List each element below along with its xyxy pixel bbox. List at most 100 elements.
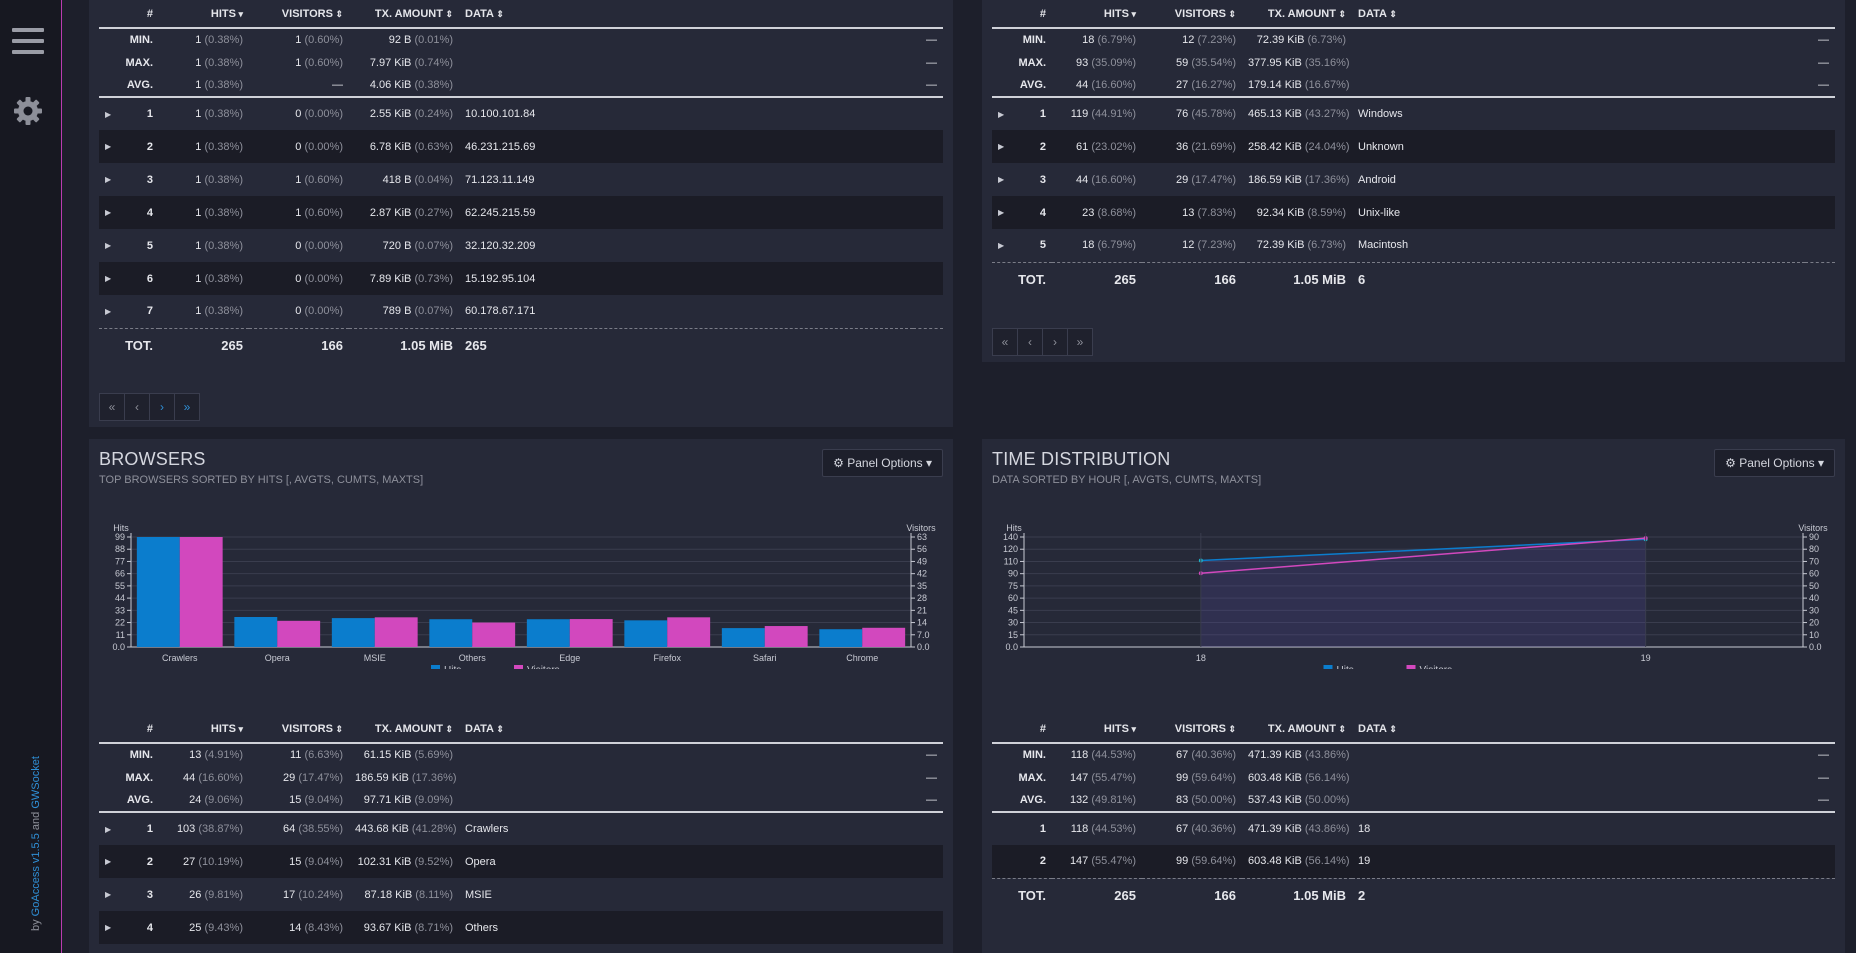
expand-caret-icon[interactable]: ▶ (105, 923, 111, 932)
bar-hits-opera[interactable] (234, 617, 278, 647)
pager-prev[interactable]: ‹ (124, 393, 150, 421)
expand-caret-icon[interactable]: ▶ (105, 307, 111, 316)
column-header[interactable]: HITS ▾ (159, 715, 249, 744)
sort-icon: ⇕ (1335, 723, 1346, 734)
version-link[interactable]: v1.5.5 (30, 833, 42, 866)
column-header[interactable]: VISITORS ⇕ (249, 715, 349, 744)
column-header[interactable]: TX. AMOUNT ⇕ (349, 715, 459, 744)
goaccess-link[interactable]: GoAccess (30, 866, 42, 916)
table-row[interactable]: ▶ 3 1 (0.38%) 1 (0.60%) 418 B (0.04%) 71.123.… (99, 163, 943, 196)
percent: (24.04%) (1304, 140, 1350, 153)
pager-first[interactable]: « (992, 328, 1018, 356)
column-header[interactable]: VISITORS ⇕ (249, 0, 349, 29)
expand-caret-icon[interactable]: ▶ (998, 241, 1004, 250)
row-spacer (913, 229, 943, 262)
expand-caret-icon[interactable]: ▶ (105, 274, 111, 283)
pager-prev[interactable]: ‹ (1017, 328, 1043, 356)
bar-hits-crawlers[interactable] (136, 537, 180, 647)
gear-icon[interactable] (12, 95, 44, 127)
bar-visitors-edge[interactable] (569, 619, 613, 647)
bar-hits-msie[interactable] (331, 618, 375, 647)
column-header[interactable]: TX. AMOUNT ⇕ (1242, 0, 1352, 29)
expand-caret-icon[interactable]: ▶ (105, 208, 111, 217)
column-header[interactable]: VISITORS ⇕ (1142, 0, 1242, 29)
column-header-label: TX. AMOUNT (374, 722, 443, 735)
column-header[interactable]: DATA ⇕ (459, 715, 913, 744)
pager-next[interactable]: › (149, 393, 175, 421)
bar-hits-others[interactable] (429, 619, 473, 647)
total-row: TOT. 265 166 1.05 MiB 265 (99, 327, 943, 362)
bar-hits-chrome[interactable] (819, 629, 863, 647)
pager-last[interactable]: » (174, 393, 200, 421)
column-header[interactable]: HITS ▾ (1052, 715, 1142, 744)
bar-visitors-safari[interactable] (764, 626, 808, 647)
value: 1 (195, 239, 202, 252)
menu-icon[interactable] (12, 28, 44, 54)
table-row[interactable]: 2 147 (55.47%) 99 (59.64%) 603.48 KiB (56.1… (992, 845, 1835, 878)
value: 11 (289, 749, 302, 761)
bar-hits-safari[interactable] (721, 628, 765, 647)
table-row[interactable]: ▶ 2 27 (10.19%) 15 (9.04%) 102.31 KiB (9.52%… (99, 845, 943, 878)
expand-caret-icon[interactable]: ▶ (105, 825, 111, 834)
bar-visitors-crawlers[interactable] (179, 537, 223, 647)
expand-caret-icon[interactable]: ▶ (105, 241, 111, 250)
row-data: 60.178.67.171 (465, 305, 536, 318)
expand-caret-icon[interactable]: ▶ (998, 110, 1004, 119)
percent: (0.00%) (304, 140, 343, 153)
percent: (45.78%) (1191, 108, 1236, 120)
value: 83 (1176, 794, 1189, 806)
panel-options-button[interactable]: ⚙ Panel Options ▾ (822, 449, 943, 477)
column-header[interactable]: TX. AMOUNT ⇕ (1242, 715, 1352, 744)
bar-hits-edge[interactable] (526, 619, 570, 647)
table-row[interactable]: ▶ 5 1 (0.38%) 0 (0.00%) 720 B (0.07%) 32.120.… (99, 229, 943, 262)
table-row[interactable]: ▶ 4 25 (9.43%) 14 (8.43%) 93.67 KiB (8.71%) O… (99, 911, 943, 944)
table-row[interactable]: ▶ 1 103 (38.87%) 64 (38.55%) 443.68 KiB (41.… (99, 812, 943, 845)
bar-hits-firefox[interactable] (624, 620, 668, 647)
expand-caret-icon[interactable]: ▶ (105, 110, 111, 119)
panel-subtitle: TOP BROWSERS SORTED BY HITS [, AVGTS, CU… (99, 474, 424, 486)
expand-caret-icon[interactable]: ▶ (105, 890, 111, 899)
pager-first[interactable]: « (99, 393, 125, 421)
column-header[interactable]: TX. AMOUNT ⇕ (349, 0, 459, 29)
bar-visitors-opera[interactable] (277, 620, 321, 647)
expand-caret-icon[interactable]: ▶ (998, 142, 1004, 151)
expand-caret-icon[interactable]: ▶ (105, 175, 111, 184)
table-row[interactable]: ▶ 7 1 (0.38%) 0 (0.00%) 789 B (0.07%) 60.178.… (99, 295, 943, 328)
column-header[interactable]: HITS ▾ (159, 0, 249, 29)
pager-next[interactable]: › (1042, 328, 1068, 356)
table-row[interactable]: ▶ 2 61 (23.02%) 36 (21.69%) 258.42 KiB (24.0… (992, 130, 1835, 163)
table-row[interactable]: ▶ 6 1 (0.38%) 0 (0.00%) 7.89 KiB (0.73%) 15.1… (99, 262, 943, 295)
percent: (0.38%) (204, 173, 243, 186)
column-header[interactable]: DATA ⇕ (1352, 715, 1805, 744)
value: 147 (1069, 771, 1089, 784)
panel-options-button[interactable]: ⚙ Panel Options ▾ (1714, 449, 1835, 477)
table-row[interactable]: ▶ 4 1 (0.38%) 1 (0.60%) 2.87 KiB (0.27%) 62.2… (99, 196, 943, 229)
table-row[interactable]: ▶ 3 44 (16.60%) 29 (17.47%) 186.59 KiB (17.3… (992, 163, 1835, 196)
expand-caret-icon[interactable]: ▶ (105, 857, 111, 866)
gwsocket-link[interactable]: GWSocket (30, 756, 42, 809)
bar-visitors-others[interactable] (472, 622, 516, 647)
percent: (9.06%) (204, 794, 243, 806)
row-data: 10.100.101.84 (465, 108, 536, 120)
expand-caret-icon[interactable]: ▶ (998, 175, 1004, 184)
percent: (0.38%) (204, 206, 243, 219)
table-row[interactable]: ▶ 2 1 (0.38%) 0 (0.00%) 6.78 KiB (0.63%) 46.2… (99, 130, 943, 163)
pager-last[interactable]: » (1067, 328, 1093, 356)
expand-caret-icon[interactable]: ▶ (105, 142, 111, 151)
expand-caret-icon[interactable]: ▶ (998, 208, 1004, 217)
x-tick-label: Opera (265, 653, 290, 663)
column-header[interactable]: VISITORS ⇕ (1142, 715, 1242, 744)
table-row[interactable]: ▶ 4 23 (8.68%) 13 (7.83%) 92.34 KiB (8.59%) U… (992, 196, 1835, 229)
column-header[interactable]: DATA ⇕ (459, 0, 913, 29)
bar-visitors-firefox[interactable] (667, 617, 711, 647)
column-header[interactable]: HITS ▾ (1052, 0, 1142, 29)
bar-visitors-chrome[interactable] (862, 627, 906, 647)
table-row[interactable]: ▶ 5 18 (6.79%) 12 (7.23%) 72.39 KiB (6.73%) M… (992, 229, 1835, 262)
table-row[interactable]: ▶ 1 119 (44.91%) 76 (45.78%) 465.13 KiB (43.… (992, 97, 1835, 130)
table-row[interactable]: 1 118 (44.53%) 67 (40.36%) 471.39 KiB (43.8… (992, 812, 1835, 845)
column-header[interactable]: DATA ⇕ (1352, 0, 1805, 29)
table-row[interactable]: ▶ 3 26 (9.81%) 17 (10.24%) 87.18 KiB (8.11%)… (99, 878, 943, 911)
bar-visitors-msie[interactable] (374, 617, 418, 647)
table-row[interactable]: ▶ 1 1 (0.38%) 0 (0.00%) 2.55 KiB (0.24%) 10.1… (99, 97, 943, 130)
summary-tx: 537.43 KiB (50.00%) (1242, 789, 1352, 813)
